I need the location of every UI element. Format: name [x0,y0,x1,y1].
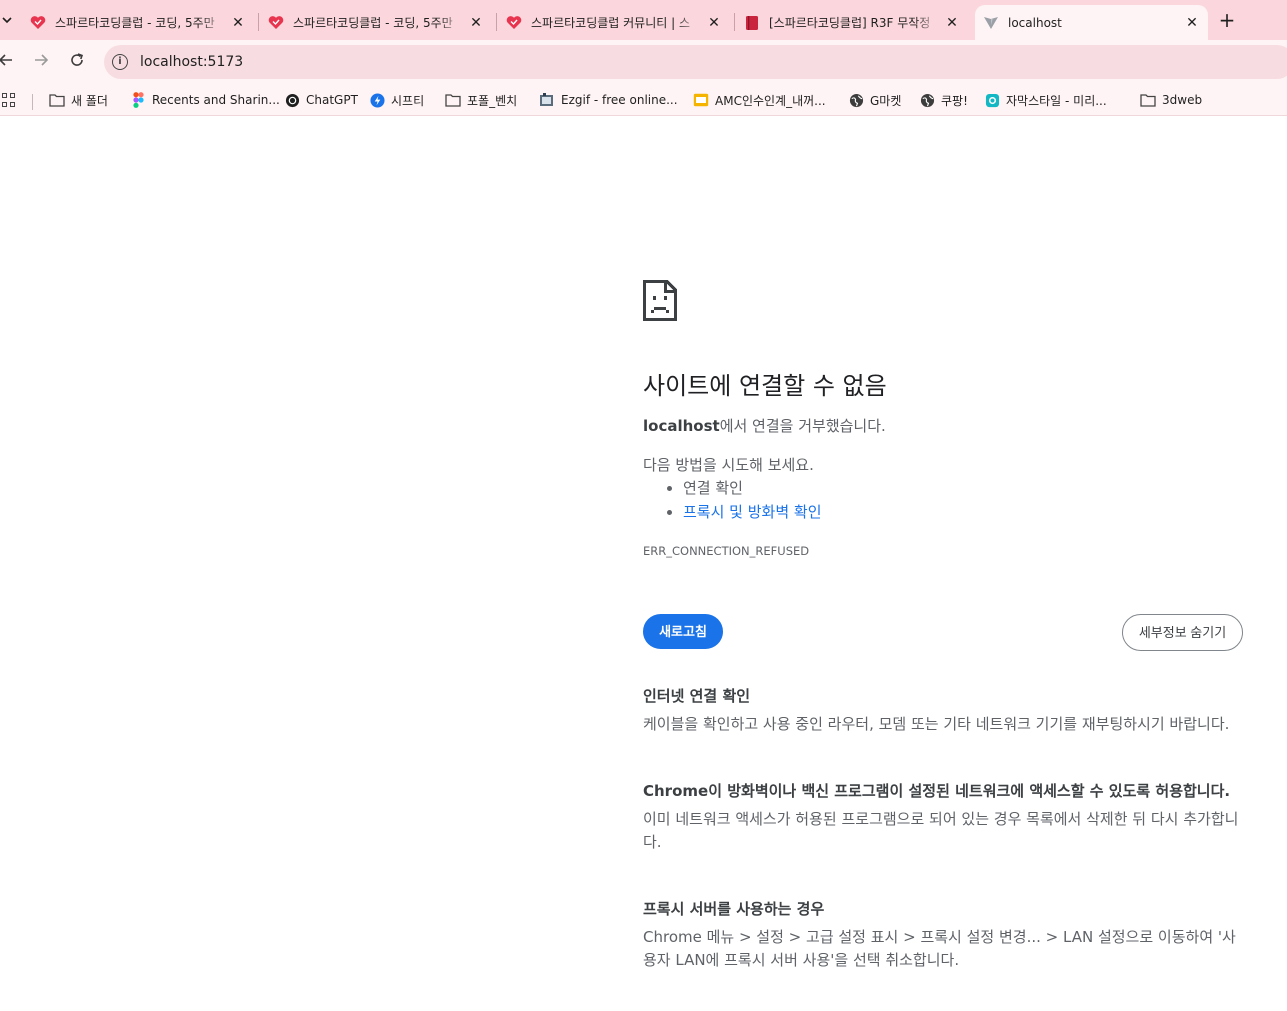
tab-separator [258,13,259,31]
bookmark-item[interactable]: 포폴_벤치 [445,91,517,109]
suggestion-item: 연결 확인 [683,478,822,502]
bookmark-label: 쿠팡! [941,93,968,108]
bookmark-item[interactable]: 3dweb [1140,91,1202,109]
tab-search-button[interactable] [0,9,14,31]
folder-icon [49,92,65,108]
bookmarks-separator [32,94,33,110]
tab-strip: 스파르타코딩클럽 - 코딩, 5주만 ✕ 스파르타코딩클럽 - 코딩, 5주만 … [0,0,1287,40]
tab-4[interactable]: [스파르타코딩클럽] R3F 무작정 ✕ [744,5,968,40]
new-tab-button[interactable]: + [1216,9,1238,31]
sparta-heart-icon [268,15,284,31]
bookmark-label: AMC인수인계_내꺼... [715,93,826,108]
error-title: 사이트에 연결할 수 없음 [643,372,887,400]
bookmark-item[interactable]: AMC인수인계_내꺼... [693,91,826,109]
tab-separator [734,13,735,31]
slides-icon [693,92,709,108]
tab-title: 스파르타코딩클럽 - 코딩, 5주만 [55,16,215,30]
forward-button[interactable] [31,52,51,72]
bookmark-label: G마켓 [870,93,902,108]
address-bar[interactable]: i localhost:5173 [104,45,1287,79]
bookmark-item[interactable]: ChatGPT [284,91,358,109]
bookmark-label: 시프티 [391,93,425,108]
tab-title: 스파르타코딩클럽 - 코딩, 5주만 [293,16,453,30]
detail-proxy: 프록시 서버를 사용하는 경우 Chrome 메뉴 > 설정 > 고급 설정 표… [643,898,1241,972]
bookmark-item[interactable]: 새 폴더 [49,91,108,109]
tab-title: 스파르타코딩클럽 커뮤니티 | 스 [531,16,691,30]
tab-3[interactable]: 스파르타코딩클럽 커뮤니티 | 스 ✕ [506,5,730,40]
arrow-left-icon [0,54,12,66]
plus-icon: + [1218,8,1236,32]
site-info-icon[interactable]: i [112,54,128,70]
chevron-down-icon [2,17,12,24]
reload-button[interactable]: 새로고침 [643,614,723,649]
detail-heading: 인터넷 연결 확인 [643,687,751,705]
folder-icon [445,92,461,108]
toolbar: i localhost:5173 [0,40,1287,84]
bookmark-label: Ezgif - free online... [561,93,678,107]
book-icon [744,15,760,31]
tab-separator [496,13,497,31]
bookmark-item[interactable]: 시프티 [369,91,424,109]
sparta-heart-icon [506,15,522,31]
bookmark-label: ChatGPT [306,93,358,107]
bookmark-item[interactable]: Recents and Sharin... [130,91,280,109]
close-icon[interactable]: ✕ [468,15,484,31]
bookmark-item[interactable]: 쿠팡! [919,91,968,109]
bookmark-label: 새 폴더 [71,93,108,108]
bookmark-item[interactable]: Ezgif - free online... [539,91,678,109]
bookmark-label: 3dweb [1162,93,1203,107]
detail-firewall: Chrome이 방화벽이나 백신 프로그램이 설정된 네트워크에 액세스할 수 … [643,780,1241,854]
close-icon[interactable]: ✕ [230,15,246,31]
detail-body: 이미 네트워크 액세스가 허용된 프로그램으로 되어 있는 경우 목록에서 삭제… [643,810,1239,851]
suggestions-heading: 다음 방법을 시도해 보세요. [643,456,814,474]
detail-heading: Chrome이 방화벽이나 백신 프로그램이 설정된 네트워크에 액세스할 수 … [643,782,1231,800]
bookmark-label: 포폴_벤치 [467,93,518,108]
vrew-icon [984,92,1000,108]
hide-details-button[interactable]: 세부정보 숨기기 [1122,614,1243,651]
vite-icon [983,15,999,31]
tab-2[interactable]: 스파르타코딩클럽 - 코딩, 5주만 ✕ [268,5,492,40]
globe-icon [919,92,935,108]
suggestions-list: 연결 확인 프록시 및 방화벽 확인 [683,478,822,526]
url-text[interactable]: localhost:5173 [140,54,243,70]
detail-body: Chrome 메뉴 > 설정 > 고급 설정 표시 > 프록시 설정 변경...… [643,928,1236,969]
suggestion-text: 연결 확인 [683,479,743,497]
folder-icon [1140,92,1156,108]
shiftee-icon [369,92,385,108]
sparta-heart-icon [30,15,46,31]
proxy-firewall-link[interactable]: 프록시 및 방화벽 확인 [683,503,822,521]
tab-title: localhost [1008,15,1062,30]
bookmark-label: Recents and Sharin... [152,93,280,107]
globe-icon [848,92,864,108]
reload-toolbar-button[interactable] [67,52,87,72]
error-message-text: 에서 연결을 거부했습니다. [719,417,886,435]
reload-icon [71,53,84,66]
bookmarks-bar: 새 폴더 Recents and Sharin... ChatGPT 시프티 포… [0,84,1287,116]
sad-document-icon [643,280,677,321]
error-host: localhost [643,417,720,435]
back-button[interactable] [0,52,16,72]
bookmark-label: 자막스타일 - 미리... [1006,93,1107,108]
error-code: ERR_CONNECTION_REFUSED [643,544,810,558]
close-icon[interactable]: ✕ [1184,15,1200,31]
detail-heading: 프록시 서버를 사용하는 경우 [643,900,825,918]
tab-5-active[interactable]: localhost ✕ [975,5,1208,40]
detail-check-connection: 인터넷 연결 확인 케이블을 확인하고 사용 중인 라우터, 모뎀 또는 기타 … [643,685,1241,736]
error-message: localhost에서 연결을 거부했습니다. [643,415,886,436]
detail-body: 케이블을 확인하고 사용 중인 라우터, 모뎀 또는 기타 네트워크 기기를 재… [643,715,1230,733]
close-icon[interactable]: ✕ [944,15,960,31]
arrow-right-icon [35,54,49,66]
suggestion-item[interactable]: 프록시 및 방화벽 확인 [683,502,822,526]
close-icon[interactable]: ✕ [706,15,722,31]
tab-1[interactable]: 스파르타코딩클럽 - 코딩, 5주만 ✕ [30,5,254,40]
figma-icon [130,92,146,108]
bookmark-item[interactable]: 자막스타일 - 미리... [984,91,1107,109]
chatgpt-icon [284,92,300,108]
tab-title: [스파르타코딩클럽] R3F 무작정 [769,16,931,30]
apps-grid-icon[interactable] [2,93,16,107]
ezgif-icon [539,92,555,108]
bookmark-item[interactable]: G마켓 [848,91,901,109]
